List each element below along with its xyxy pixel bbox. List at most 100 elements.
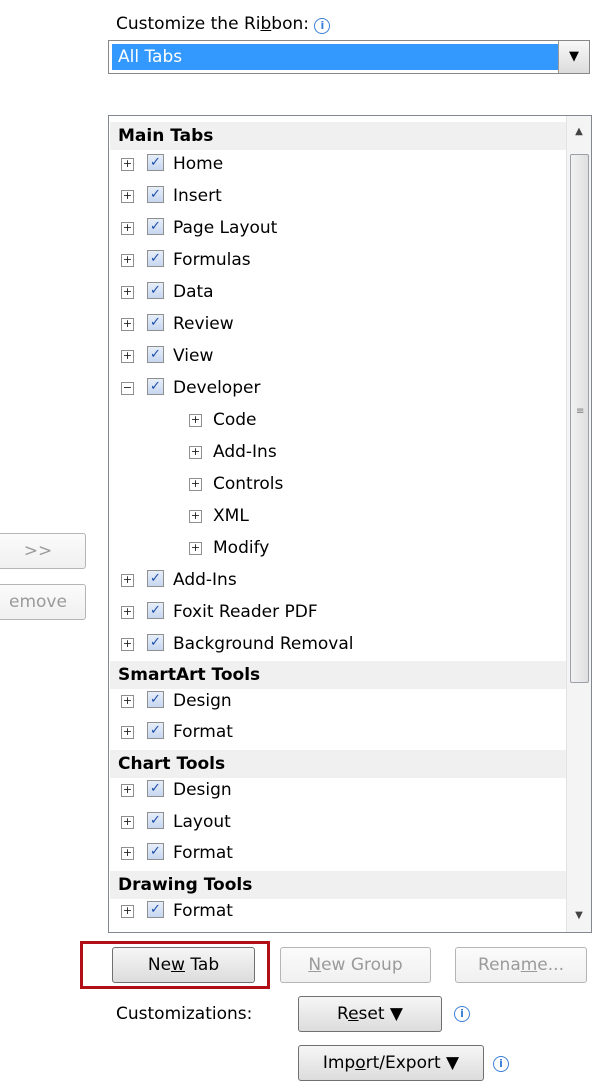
section-header-main-tabs: Main Tabs xyxy=(110,122,566,150)
expand-plus-icon[interactable]: + xyxy=(121,158,134,171)
new-group-label: ew Group xyxy=(321,955,403,975)
expand-plus-icon[interactable]: + xyxy=(121,847,134,860)
tree-item-label: Foxit Reader PDF xyxy=(173,602,318,622)
checkbox-checked-icon[interactable]: ✓ xyxy=(147,780,164,797)
remove-button-label: emove xyxy=(9,592,67,612)
tree-item-label: Developer xyxy=(173,378,261,398)
tree-item-label: View xyxy=(173,346,214,366)
checkbox-checked-icon[interactable]: ✓ xyxy=(147,843,164,860)
checkbox-checked-icon[interactable]: ✓ xyxy=(147,314,164,331)
tree-item-label: Design xyxy=(173,780,232,800)
checkbox-checked-icon[interactable]: ✓ xyxy=(147,378,164,395)
expand-plus-icon[interactable]: + xyxy=(121,254,134,267)
rename-label-key: m xyxy=(520,955,538,975)
grip-icon: ≡ xyxy=(576,406,585,417)
new-tab-label-key: w xyxy=(171,955,185,975)
checkbox-checked-icon[interactable]: ✓ xyxy=(147,634,164,651)
info-icon[interactable]: i xyxy=(454,1006,470,1022)
vertical-scrollbar[interactable]: ▲ ≡ ▼ xyxy=(566,116,591,932)
tree-item-label: Format xyxy=(173,843,233,863)
new-tab-button[interactable]: New Tab xyxy=(112,947,255,983)
tree-item-label: Data xyxy=(173,282,214,302)
checkbox-checked-icon[interactable]: ✓ xyxy=(147,154,164,171)
expand-plus-icon[interactable]: + xyxy=(121,905,134,918)
label-text-end: bon: xyxy=(271,14,309,34)
expand-plus-icon[interactable]: + xyxy=(121,784,134,797)
expand-plus-icon[interactable]: + xyxy=(121,726,134,739)
expand-plus-icon[interactable]: + xyxy=(121,606,134,619)
expand-plus-icon[interactable]: + xyxy=(121,222,134,235)
tree-item-label: Controls xyxy=(213,474,284,494)
expand-plus-icon[interactable]: + xyxy=(189,446,202,459)
checkbox-checked-icon[interactable]: ✓ xyxy=(147,602,164,619)
tree-item-label: Background Removal xyxy=(173,634,354,654)
checkbox-checked-icon[interactable]: ✓ xyxy=(147,691,164,708)
tree-item-label: Format xyxy=(173,722,233,742)
expand-plus-icon[interactable]: + xyxy=(189,414,202,427)
expand-plus-icon[interactable]: + xyxy=(121,318,134,331)
tree-item-label: Formulas xyxy=(173,250,251,270)
rename-button[interactable]: Rename... xyxy=(455,947,587,983)
expand-plus-icon[interactable]: + xyxy=(121,350,134,363)
expand-plus-icon[interactable]: + xyxy=(189,542,202,555)
ribbon-tabs-tree[interactable]: Main Tabs + ✓ Home + ✓ Insert + ✓ Page L… xyxy=(108,115,592,933)
section-header-drawing-tools: Drawing Tools xyxy=(110,871,566,899)
tree-item-label: Insert xyxy=(173,186,222,206)
checkbox-checked-icon[interactable]: ✓ xyxy=(147,901,164,918)
expand-plus-icon[interactable]: + xyxy=(121,695,134,708)
tree-item-label: Modify xyxy=(213,538,270,558)
chevron-down-icon[interactable]: ▼ xyxy=(558,41,589,73)
expand-plus-icon[interactable]: + xyxy=(121,816,134,829)
customize-ribbon-label: Customize the Ribbon: i xyxy=(116,14,331,34)
import-export-button[interactable]: Import/Export ▼ xyxy=(298,1045,484,1081)
dropdown-selected-value: All Tabs xyxy=(112,44,562,70)
tree-item-label: Format xyxy=(173,901,233,921)
checkbox-checked-icon[interactable]: ✓ xyxy=(147,186,164,203)
tree-item-label: Home xyxy=(173,154,224,174)
import-label-key: o xyxy=(355,1053,366,1073)
section-header-smartart-tools: SmartArt Tools xyxy=(110,661,566,689)
info-icon[interactable]: i xyxy=(493,1056,509,1072)
new-tab-label-b: Tab xyxy=(184,955,220,975)
new-group-button[interactable]: New Group xyxy=(280,947,431,983)
tree-item-label: Code xyxy=(213,410,257,430)
collapse-minus-icon[interactable]: − xyxy=(121,382,134,395)
expand-plus-icon[interactable]: + xyxy=(121,574,134,587)
tree-item-label: Layout xyxy=(173,812,231,832)
expand-plus-icon[interactable]: + xyxy=(121,190,134,203)
reset-label-b: set ▼ xyxy=(358,1004,403,1024)
import-label-b: rt/Export ▼ xyxy=(365,1053,460,1073)
new-group-label-key: N xyxy=(308,955,322,975)
checkbox-checked-icon[interactable]: ✓ xyxy=(147,218,164,235)
add-button[interactable]: >> xyxy=(0,533,86,569)
customizations-label: Customizations: xyxy=(116,1004,253,1024)
checkbox-checked-icon[interactable]: ✓ xyxy=(147,282,164,299)
checkbox-checked-icon[interactable]: ✓ xyxy=(147,346,164,363)
expand-plus-icon[interactable]: + xyxy=(189,510,202,523)
expand-plus-icon[interactable]: + xyxy=(189,478,202,491)
import-label-a: Imp xyxy=(322,1053,356,1073)
checkbox-checked-icon[interactable]: ✓ xyxy=(147,812,164,829)
tree-item-label: Page Layout xyxy=(173,218,278,238)
label-text-access-key: b xyxy=(260,14,272,34)
reset-button[interactable]: Reset ▼ xyxy=(298,996,442,1032)
rename-label-a: Rena xyxy=(478,955,521,975)
checkbox-checked-icon[interactable]: ✓ xyxy=(147,570,164,587)
tree-item-label: Add-Ins xyxy=(213,442,277,462)
scroll-down-arrow-icon[interactable]: ▼ xyxy=(567,906,591,926)
label-text: Customize the Ri xyxy=(116,14,261,34)
add-button-label: >> xyxy=(23,541,53,561)
section-header-chart-tools: Chart Tools xyxy=(110,750,566,778)
expand-plus-icon[interactable]: + xyxy=(121,638,134,651)
new-tab-label-a: Ne xyxy=(147,955,172,975)
remove-button[interactable]: emove xyxy=(0,584,86,620)
scrollbar-thumb[interactable]: ≡ xyxy=(570,154,589,683)
checkbox-checked-icon[interactable]: ✓ xyxy=(147,722,164,739)
info-icon[interactable]: i xyxy=(314,18,331,34)
rename-label-b: e... xyxy=(537,955,564,975)
ribbon-tabs-dropdown[interactable]: All Tabs ▼ xyxy=(108,40,590,74)
checkbox-checked-icon[interactable]: ✓ xyxy=(147,250,164,267)
tree-item-label: Design xyxy=(173,691,232,711)
scroll-up-arrow-icon[interactable]: ▲ xyxy=(567,122,591,142)
expand-plus-icon[interactable]: + xyxy=(121,286,134,299)
